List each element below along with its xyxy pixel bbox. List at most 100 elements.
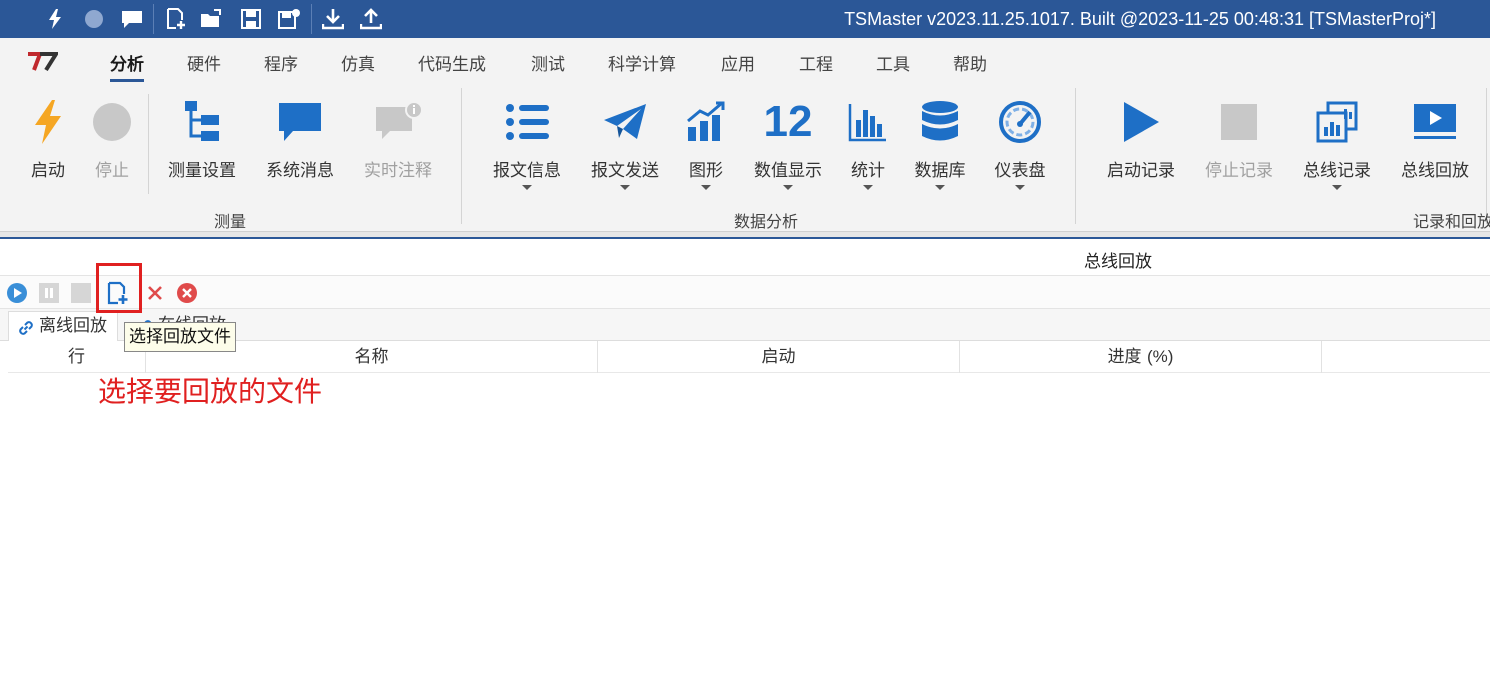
- start-label: 启动: [31, 161, 65, 181]
- menu-analysis[interactable]: 分析: [110, 50, 144, 82]
- record-dot-icon[interactable]: [77, 0, 111, 38]
- column-header-start[interactable]: 启动: [598, 341, 960, 373]
- progress-unit: (%): [1146, 347, 1174, 366]
- menu-help[interactable]: 帮助: [953, 50, 987, 75]
- dropdown-arrow-icon[interactable]: [863, 185, 873, 190]
- bar-stats-icon: [843, 98, 893, 146]
- dashboard-button[interactable]: 仪表盘: [986, 84, 1054, 204]
- download-icon[interactable]: [316, 0, 350, 38]
- comment-info-icon: [373, 98, 423, 146]
- app-logo[interactable]: [26, 50, 60, 74]
- message-send-label: 报文发送: [591, 161, 659, 181]
- add-file-icon[interactable]: [106, 281, 130, 305]
- ribbon: 启动 停止 测量设置 系统消息 实时注释 测量 报文信息 报文发送 图形 12 …: [0, 84, 1490, 232]
- tooltip: 选择回放文件: [124, 322, 236, 352]
- dropdown-arrow-icon[interactable]: [701, 185, 711, 190]
- bus-record-button[interactable]: 总线记录: [1296, 84, 1378, 204]
- stop-circle-icon: [87, 98, 137, 146]
- send-icon: [600, 98, 650, 146]
- menu-scientific[interactable]: 科学计算: [608, 50, 676, 75]
- lightning-icon[interactable]: [38, 0, 72, 38]
- chat-icon[interactable]: [115, 0, 149, 38]
- column-header-progress[interactable]: 进度 (%): [960, 341, 1322, 373]
- number-display-glyph: 12: [763, 97, 813, 146]
- tab-offline-replay[interactable]: 离线回放: [8, 311, 118, 341]
- lightning-icon: [23, 98, 73, 146]
- bus-record-label: 总线记录: [1303, 161, 1371, 181]
- group-label-analysis: 数据分析: [734, 212, 799, 231]
- menu-bar: 分析 硬件 程序 仿真 代码生成 测试 科学计算 应用 工程 工具 帮助: [0, 38, 1490, 84]
- dropdown-arrow-icon[interactable]: [522, 185, 532, 190]
- menu-program[interactable]: 程序: [264, 50, 298, 75]
- database-icon: [915, 98, 965, 146]
- menu-hardware[interactable]: 硬件: [187, 50, 221, 75]
- menu-application[interactable]: 应用: [721, 50, 755, 75]
- ribbon-separator: [148, 94, 149, 194]
- group-separator: [461, 88, 462, 224]
- start-record-label: 启动记录: [1107, 161, 1175, 181]
- group-label-record: 记录和回放: [1413, 212, 1490, 231]
- numeric-display-button[interactable]: 12 数值显示: [748, 84, 828, 204]
- live-annotation-button[interactable]: 实时注释: [356, 84, 440, 204]
- play-icon[interactable]: [5, 281, 29, 305]
- message-info-label: 报文信息: [493, 161, 561, 181]
- stop-square-icon: [1214, 98, 1264, 146]
- chart-trend-icon: [681, 98, 731, 146]
- dropdown-arrow-icon[interactable]: [1015, 185, 1025, 190]
- stop-record-label: 停止记录: [1205, 161, 1273, 181]
- database-button[interactable]: 数据库: [908, 84, 972, 204]
- save-icon[interactable]: [234, 0, 268, 38]
- bus-replay-icon: [1410, 98, 1460, 146]
- stop-icon[interactable]: [69, 281, 93, 305]
- open-folder-icon[interactable]: [195, 0, 229, 38]
- message-icon: [275, 98, 325, 146]
- quick-access-separator: [153, 4, 154, 34]
- clear-all-icon[interactable]: [175, 281, 199, 305]
- group-separator: [1486, 88, 1487, 224]
- menu-project[interactable]: 工程: [799, 50, 833, 75]
- list-icon: [502, 98, 552, 146]
- graphics-button[interactable]: 图形: [676, 84, 736, 204]
- menu-simulation[interactable]: 仿真: [341, 50, 375, 75]
- dashboard-label: 仪表盘: [994, 161, 1046, 181]
- delete-icon[interactable]: [143, 281, 167, 305]
- window-title: TSMaster v2023.11.25.1017. Built @2023-1…: [844, 9, 1436, 29]
- message-info-button[interactable]: 报文信息: [486, 84, 568, 204]
- play-icon: [1116, 98, 1166, 146]
- bus-record-icon: [1312, 98, 1362, 146]
- stop-record-button[interactable]: 停止记录: [1198, 84, 1280, 204]
- save-as-icon[interactable]: [272, 0, 306, 38]
- tree-icon: [177, 98, 227, 146]
- menu-tools[interactable]: 工具: [876, 50, 910, 75]
- statistics-label: 统计: [851, 161, 885, 181]
- message-send-button[interactable]: 报文发送: [584, 84, 666, 204]
- menu-test[interactable]: 测试: [531, 50, 565, 75]
- bus-replay-button[interactable]: 总线回放: [1394, 84, 1476, 204]
- quick-access-separator: [311, 4, 312, 34]
- pause-icon[interactable]: [37, 281, 61, 305]
- start-record-button[interactable]: 启动记录: [1100, 84, 1182, 204]
- measure-settings-label: 测量设置: [168, 161, 236, 181]
- title-bar: TSMaster v2023.11.25.1017. Built @2023-1…: [0, 0, 1490, 38]
- number-display-icon: 12: [763, 98, 813, 146]
- menu-codegen[interactable]: 代码生成: [418, 50, 486, 75]
- statistics-button[interactable]: 统计: [838, 84, 898, 204]
- dropdown-arrow-icon[interactable]: [935, 185, 945, 190]
- group-label-measure: 测量: [214, 212, 247, 231]
- start-button[interactable]: 启动: [18, 84, 78, 204]
- measure-settings-button[interactable]: 测量设置: [160, 84, 244, 204]
- panel-title: 总线回放: [1084, 252, 1152, 272]
- upload-icon[interactable]: [354, 0, 388, 38]
- system-messages-button[interactable]: 系统消息: [258, 84, 342, 204]
- annotation-text: 选择要回放的文件: [98, 375, 323, 408]
- panel-toolbar: [0, 275, 1490, 309]
- database-label: 数据库: [914, 161, 966, 181]
- bus-replay-panel: 总线回放 离线回放 在线回放: [0, 237, 1490, 682]
- stop-button[interactable]: 停止: [82, 84, 142, 204]
- dropdown-arrow-icon[interactable]: [783, 185, 793, 190]
- bus-replay-label: 总线回放: [1401, 161, 1469, 181]
- dropdown-arrow-icon[interactable]: [1332, 185, 1342, 190]
- progress-label: 进度: [1107, 347, 1142, 367]
- dropdown-arrow-icon[interactable]: [620, 185, 630, 190]
- new-file-icon[interactable]: [159, 0, 193, 38]
